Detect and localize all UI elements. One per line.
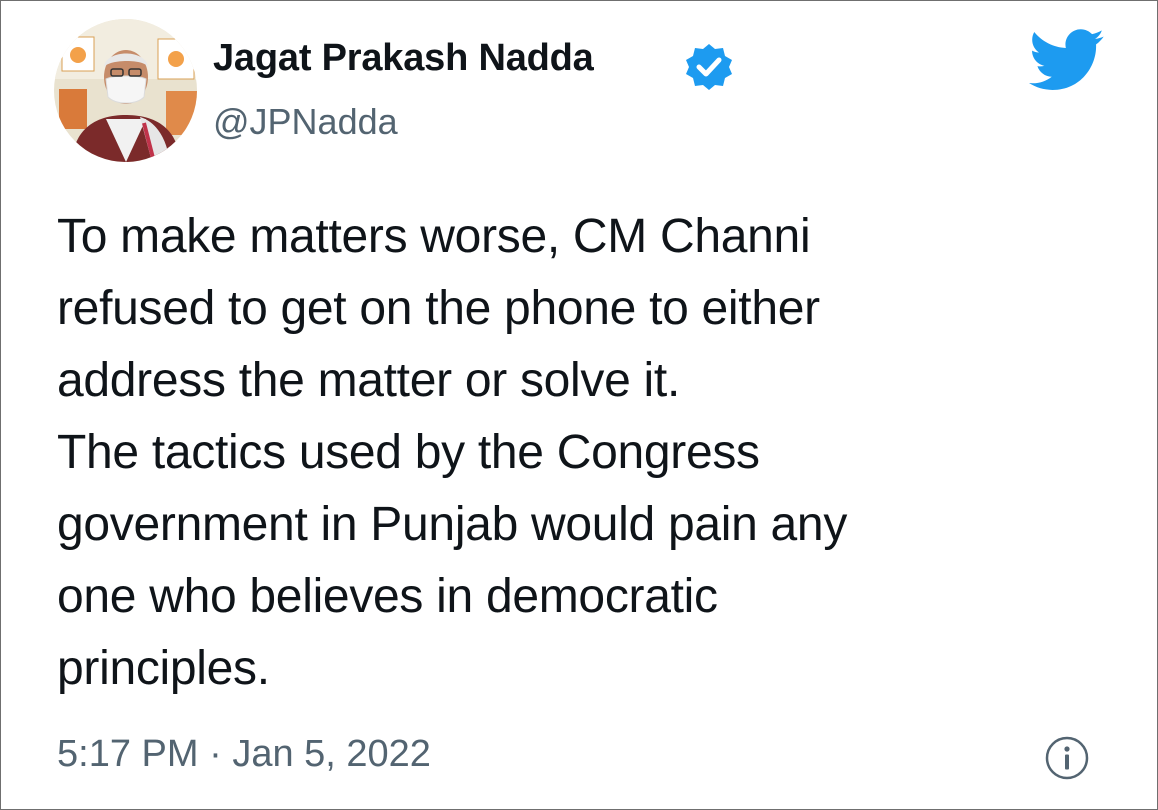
tweet-text: To make matters worse, CM Channi refused… — [57, 201, 1117, 705]
tweet-date: Jan 5, 2022 — [232, 733, 431, 775]
tweet-time: 5:17 PM — [57, 733, 199, 775]
avatar[interactable] — [54, 19, 197, 162]
tweet-text-line: government in Punjab would pain any — [57, 498, 848, 551]
author-name[interactable]: Jagat Prakash Nadda — [213, 37, 594, 80]
tweet-card: Jagat Prakash Nadda @JPNadda To make mat… — [0, 0, 1158, 810]
tweet-timestamp[interactable]: 5:17 PM · Jan 5, 2022 — [57, 733, 431, 776]
meta-separator: · — [209, 733, 222, 775]
twitter-bird-icon[interactable] — [1029, 29, 1105, 91]
verified-badge-icon — [683, 41, 735, 93]
tweet-text-line: one who believes in democratic — [57, 570, 718, 623]
tweet-text-line: To make matters worse, CM Channi — [57, 210, 811, 263]
tweet-text-line: The tactics used by the Congress — [57, 426, 760, 479]
tweet-text-line: refused to get on the phone to either — [57, 282, 820, 335]
info-icon[interactable] — [1044, 735, 1090, 781]
author-handle[interactable]: @JPNadda — [213, 101, 398, 143]
tweet-text-line: address the matter or solve it. — [57, 354, 680, 407]
tweet-text-line: principles. — [57, 642, 270, 695]
